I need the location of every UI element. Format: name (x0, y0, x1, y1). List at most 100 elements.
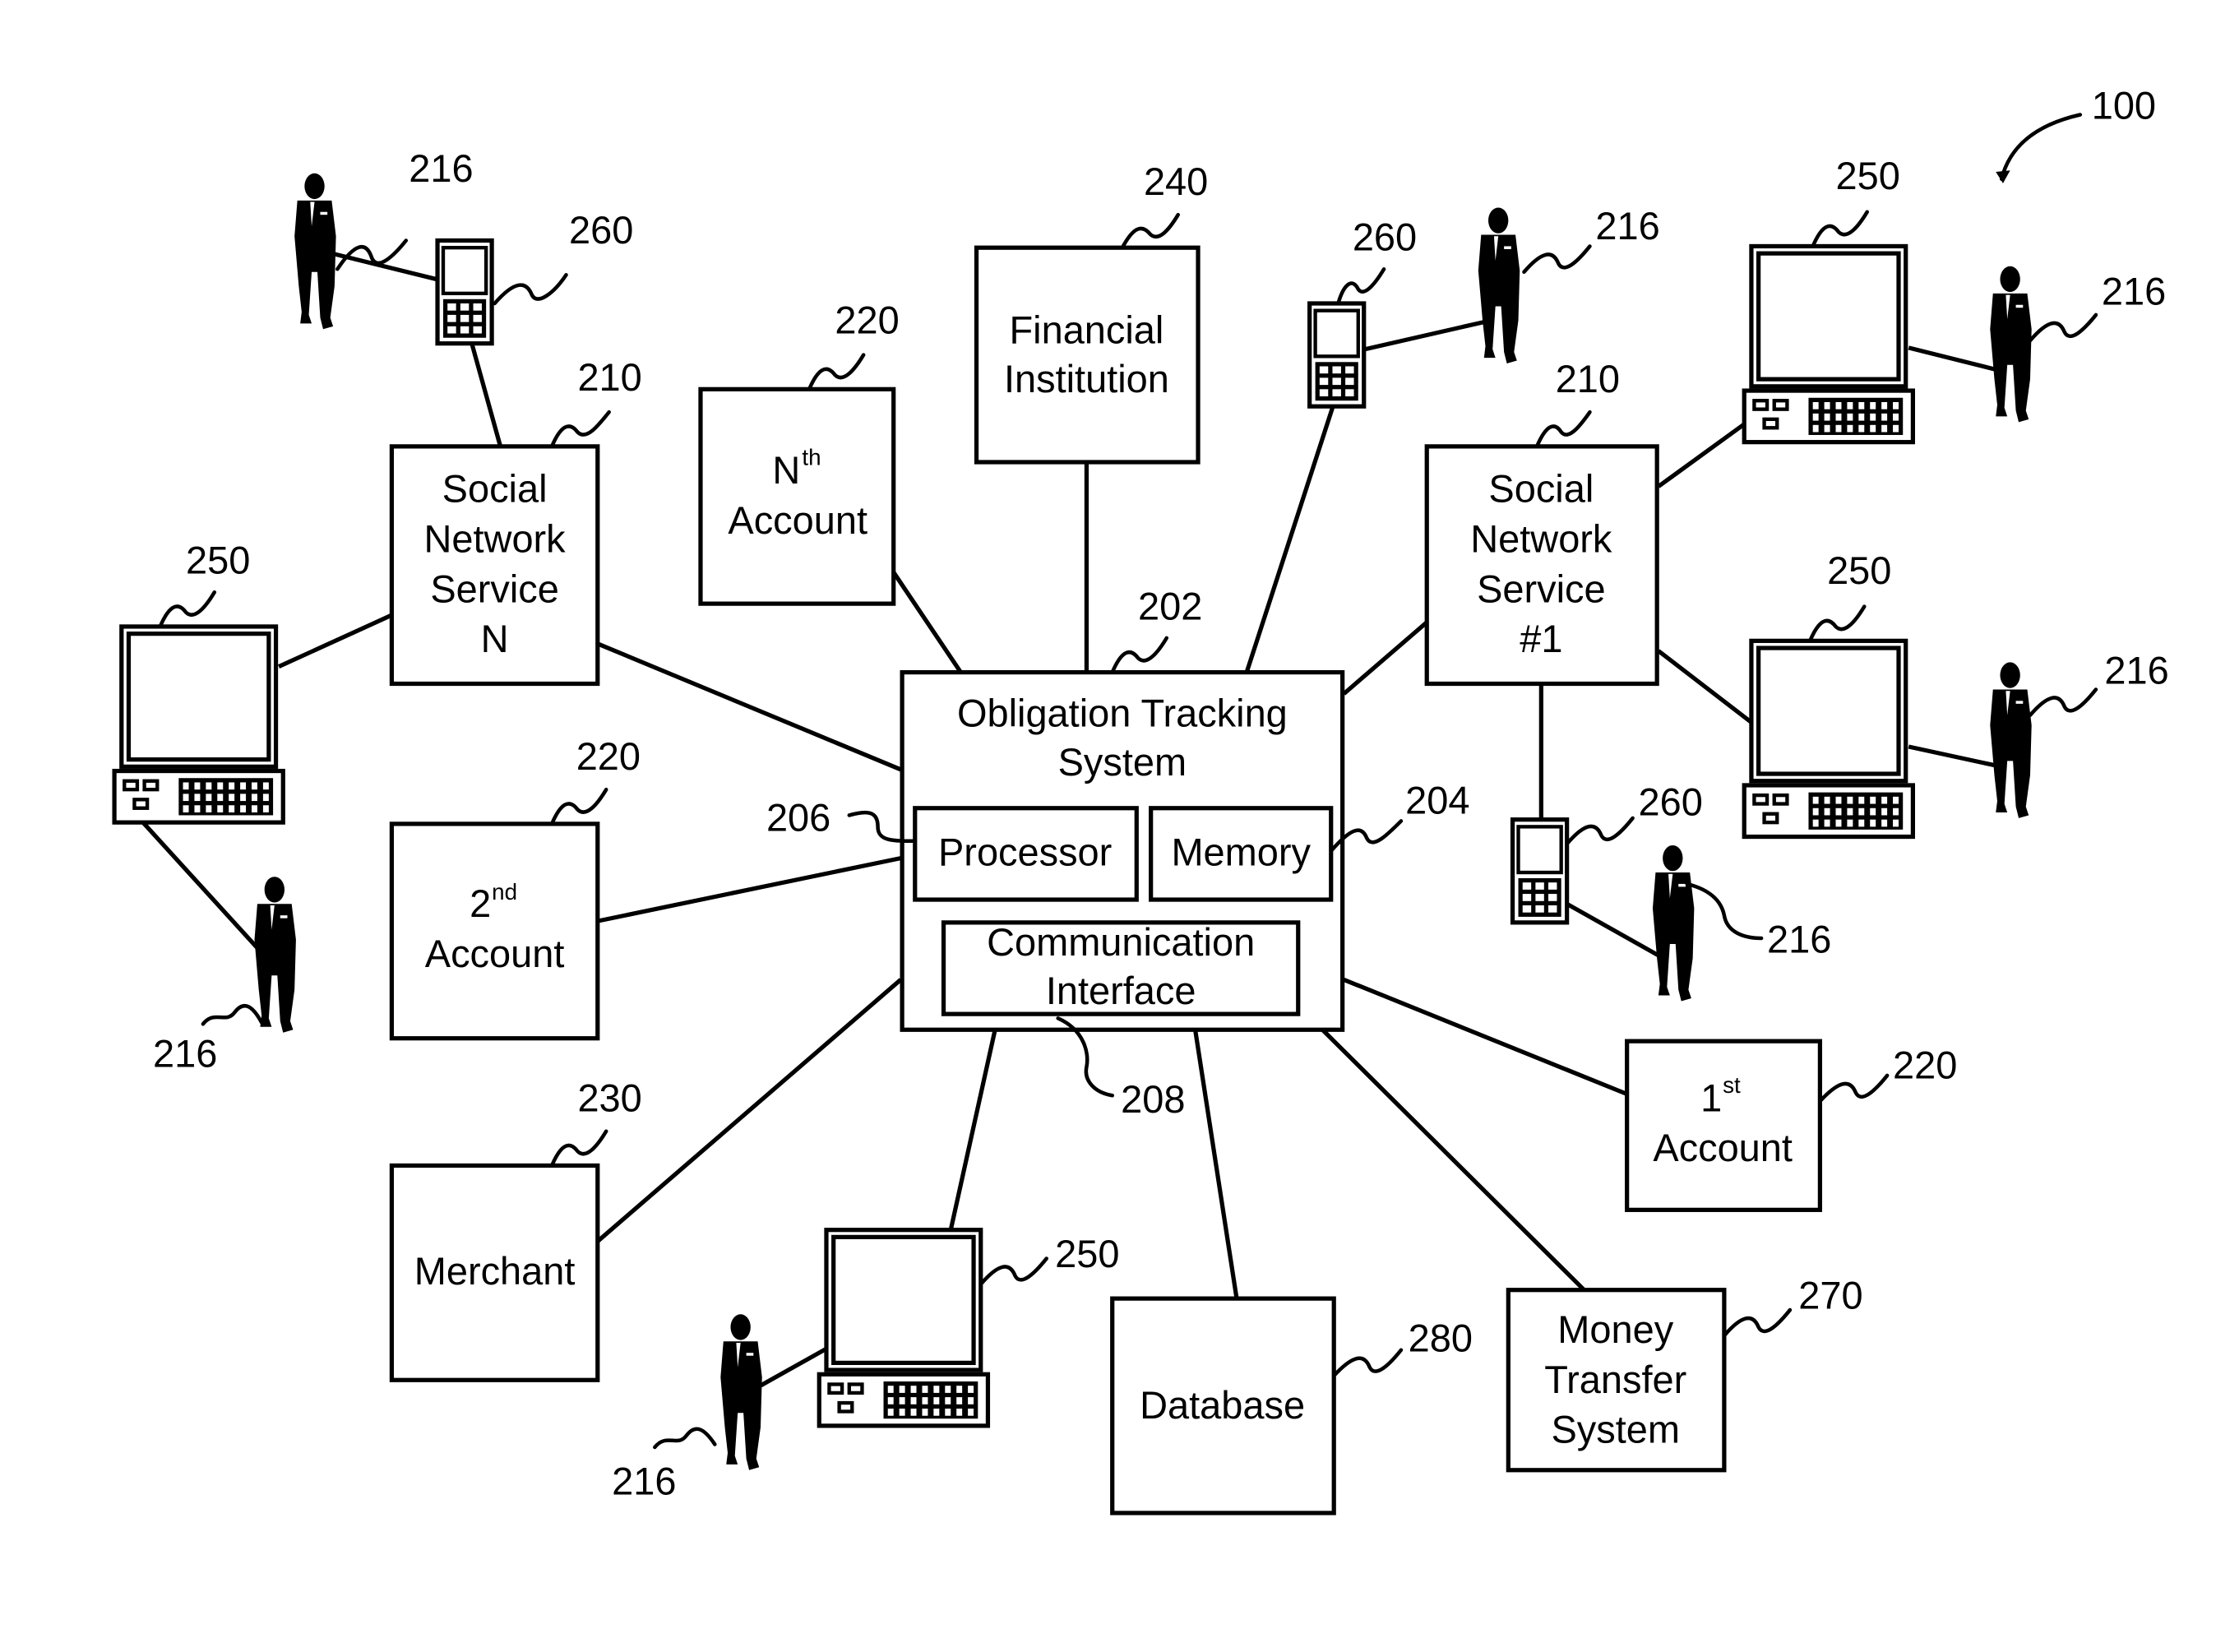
link-phone-top (1244, 407, 1335, 673)
computer-icon (1744, 641, 1913, 836)
computer-icon (1744, 246, 1913, 442)
first-account-box[interactable]: 1 st Account (1625, 1039, 1822, 1212)
ref-216: 216 (2102, 271, 2166, 313)
ref-250: 250 (1827, 549, 1891, 592)
ref-260: 260 (1639, 780, 1703, 823)
ref-100: 100 (2092, 85, 2156, 127)
link-computer-user-tr (1908, 345, 1996, 372)
memory-label: Memory (1171, 831, 1311, 873)
fi-label-line1: Financial (1009, 309, 1164, 352)
1st-account-sup: st (1723, 1072, 1741, 1098)
link-database (1192, 1029, 1239, 1299)
link-phone-user-mr (1566, 901, 1660, 958)
link-computer-user-left (141, 821, 262, 953)
mts-line3: System (1551, 1409, 1680, 1451)
ref-280: 280 (1409, 1317, 1473, 1359)
comm-label-line2: Interface (1046, 969, 1196, 1012)
ref-216: 216 (612, 1460, 676, 1502)
obligation-tracking-system[interactable]: Obligation Tracking System Processor Mem… (900, 669, 1345, 1032)
sns-1-line3: Service (1477, 567, 1606, 610)
sns-1-line4: #1 (1520, 618, 1562, 660)
money-transfer-system-box[interactable]: Money Transfer System (1506, 1288, 1727, 1473)
computer-icon (819, 1230, 988, 1426)
communication-interface-box[interactable]: Communication Interface (941, 920, 1301, 1016)
ref-204: 204 (1405, 780, 1469, 822)
ref-210: 210 (577, 356, 641, 399)
link-sns-1 (1342, 620, 1428, 696)
link-phone-user-top (1364, 320, 1485, 352)
social-network-service-n-box[interactable]: Social Network Service N (389, 444, 600, 687)
2nd-account-num: 2 (470, 882, 491, 925)
processor-box[interactable]: Processor (913, 806, 1139, 902)
ref-220: 220 (1893, 1043, 1957, 1086)
ref-208: 208 (1121, 1078, 1185, 1121)
ref-206: 206 (766, 797, 830, 840)
ref-216: 216 (2104, 649, 2168, 692)
computer-icon (114, 627, 283, 822)
processor-label: Processor (938, 831, 1112, 873)
database-label: Database (1140, 1384, 1305, 1427)
nth-account-box[interactable]: N th Account (698, 386, 896, 606)
sns-n-line2: Network (424, 518, 567, 561)
nth-account-num: N (772, 449, 800, 492)
ref-250: 250 (1836, 155, 1900, 197)
ref-250: 250 (186, 539, 250, 582)
sns-1-line1: Social (1488, 468, 1594, 511)
ref-250: 250 (1055, 1233, 1119, 1275)
link-money-transfer (1321, 1028, 1586, 1292)
mobile-phone-icon (1513, 820, 1567, 923)
ref-216: 216 (1767, 918, 1831, 960)
mobile-phone-icon (437, 240, 492, 343)
ots-title-line1: Obligation Tracking (957, 692, 1288, 735)
link-sns1-computer-top (1657, 420, 1749, 488)
link-1st-account (1343, 977, 1628, 1096)
link-sns-n-computer (277, 613, 393, 669)
merchant-box[interactable]: Merchant (389, 1163, 600, 1382)
ref-260: 260 (569, 209, 633, 252)
social-network-service-1-box[interactable]: Social Network Service #1 (1424, 444, 1659, 687)
link-computer-bottom (948, 1029, 997, 1231)
ref-220: 220 (835, 299, 899, 342)
comm-label-line1: Communication (987, 921, 1255, 964)
sns-n-line4: N (481, 618, 509, 660)
ref-230: 230 (577, 1076, 641, 1119)
user-icon (1478, 207, 1520, 364)
link-merchant (596, 978, 903, 1243)
memory-box[interactable]: Memory (1149, 806, 1334, 902)
link-sns1-computer-mid (1657, 649, 1753, 724)
sns-1-line2: Network (1470, 518, 1612, 561)
ref-216: 216 (153, 1032, 217, 1075)
ref-210: 210 (1556, 358, 1620, 400)
user-icon (1990, 266, 2032, 423)
link-sns-n-phone (470, 342, 503, 447)
2nd-account-sup: nd (492, 879, 517, 905)
ots-title-line2: System (1058, 741, 1187, 784)
database-box[interactable]: Database (1110, 1296, 1336, 1515)
second-account-box[interactable]: 2 nd Account (389, 821, 600, 1041)
ref-220: 220 (576, 735, 641, 778)
link-nth-account (891, 571, 963, 674)
link-sns-n (596, 641, 902, 772)
ref-270: 270 (1798, 1274, 1862, 1317)
ref-216: 216 (409, 147, 473, 190)
mts-line2: Transfer (1544, 1358, 1686, 1401)
user-icon (1990, 662, 2032, 818)
ref-202: 202 (1138, 585, 1202, 627)
mts-line1: Money (1557, 1308, 1673, 1351)
user-icon (1652, 845, 1695, 1002)
system-diagram: Obligation Tracking System Processor Mem… (0, 0, 2216, 1652)
user-icon (254, 877, 296, 1033)
ref-240: 240 (1144, 160, 1208, 203)
link-computer-user-mr (1908, 744, 1996, 768)
ref-260: 260 (1353, 216, 1417, 259)
ref-216: 216 (1595, 205, 1659, 248)
link-2nd-account (597, 856, 901, 923)
2nd-account-word: Account (425, 932, 565, 975)
financial-institution-box[interactable]: Financial Institution (974, 245, 1201, 465)
1st-account-word: Account (1653, 1127, 1793, 1169)
nth-account-sup: th (802, 444, 821, 470)
1st-account-num: 1 (1700, 1076, 1722, 1119)
merchant-label: Merchant (414, 1250, 576, 1293)
user-icon (720, 1314, 762, 1470)
sns-n-line1: Social (442, 468, 548, 511)
